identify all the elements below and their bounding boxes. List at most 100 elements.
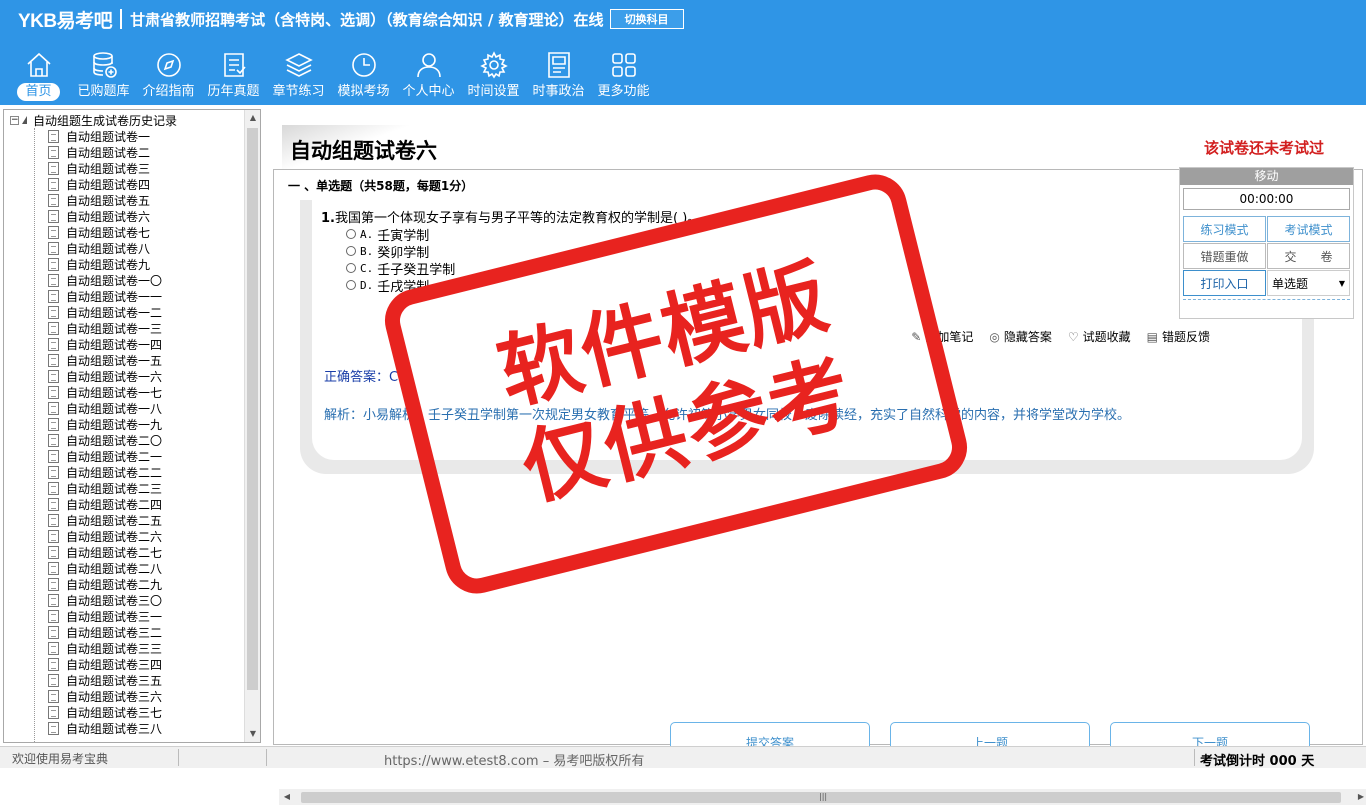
scroll-down-icon[interactable]: ▼: [245, 726, 260, 742]
compass-icon: [152, 48, 186, 82]
tree-item[interactable]: 自动组题试卷二六: [4, 528, 244, 544]
add-note-button[interactable]: ✎ 添加笔记: [911, 328, 973, 345]
nav-current-affairs[interactable]: 时事政治: [526, 48, 591, 104]
tree-item-label: 自动组题试卷一一: [66, 289, 163, 304]
practice-mode-button[interactable]: 练习模式: [1183, 216, 1266, 242]
tree-item[interactable]: 自动组题试卷三六: [4, 688, 244, 704]
option-a[interactable]: A. 壬寅学制: [346, 226, 429, 244]
radio-button[interactable]: [346, 263, 356, 273]
tree-item[interactable]: 自动组题试卷一一: [4, 288, 244, 304]
print-button[interactable]: 打印入口: [1183, 270, 1266, 296]
tool-label: 试题收藏: [1082, 330, 1131, 344]
radio-button[interactable]: [346, 229, 356, 239]
horizontal-scrollbar[interactable]: ◀ ||| ▶: [279, 789, 1366, 805]
option-letter: D.: [360, 278, 374, 292]
tree-item-label: 自动组题试卷二六: [66, 529, 163, 544]
option-d[interactable]: D. 壬戌学制: [346, 277, 429, 295]
tree-item[interactable]: 自动组题试卷一五: [4, 352, 244, 368]
tree-item[interactable]: 自动组题试卷三五: [4, 672, 244, 688]
tree-item[interactable]: 自动组题试卷四: [4, 176, 244, 192]
tree-item[interactable]: 自动组题试卷二〇: [4, 432, 244, 448]
nav-past-exams[interactable]: 历年真题: [201, 48, 266, 104]
tree-item[interactable]: 自动组题试卷八: [4, 240, 244, 256]
tree-item[interactable]: 自动组题试卷三三: [4, 640, 244, 656]
favorite-button[interactable]: ♡ 试题收藏: [1068, 328, 1131, 345]
paper-history-tree: − 自动组题生成试卷历史记录 自动组题试卷一 自动组题试卷二 自动组题试卷三 自动组题…: [3, 109, 261, 743]
tree-item[interactable]: 自动组题试卷一四: [4, 336, 244, 352]
exam-status: 该试卷还未考试过: [1203, 139, 1324, 157]
tree-item[interactable]: 自动组题试卷二五: [4, 512, 244, 528]
tree-item[interactable]: 自动组题试卷二一: [4, 448, 244, 464]
nav-guide[interactable]: 介绍指南: [136, 48, 201, 104]
hide-answer-button[interactable]: ◎ 隐藏答案: [989, 328, 1052, 345]
tree-item[interactable]: 自动组题试卷三〇: [4, 592, 244, 608]
tree-item-label: 自动组题试卷二二: [66, 465, 163, 480]
tree-item-label: 自动组题试卷九: [66, 257, 151, 272]
tree-item[interactable]: 自动组题试卷一九: [4, 416, 244, 432]
collapse-icon[interactable]: −: [10, 115, 19, 125]
document-icon: [48, 657, 59, 671]
tree-item[interactable]: 自动组题试卷一三: [4, 320, 244, 336]
list-icon: [217, 48, 251, 82]
tree-item[interactable]: 自动组题试卷五: [4, 192, 244, 208]
document-icon: [48, 209, 59, 223]
tree-scrollbar[interactable]: ▲ ▼: [244, 110, 260, 742]
document-icon: [48, 625, 59, 639]
tree-item[interactable]: 自动组题试卷一八: [4, 400, 244, 416]
tree-item[interactable]: 自动组题试卷一〇: [4, 272, 244, 288]
scroll-right-icon[interactable]: ▶: [1353, 789, 1366, 805]
nav-chapter-practice[interactable]: 章节练习: [266, 48, 331, 104]
question-type-select[interactable]: 单选题 ▼: [1267, 270, 1350, 296]
option-b[interactable]: B. 癸卯学制: [346, 243, 429, 261]
tree-item[interactable]: 自动组题试卷一二: [4, 304, 244, 320]
feedback-button[interactable]: ▤ 错题反馈: [1147, 328, 1210, 345]
hand-in-button[interactable]: 交 卷: [1267, 243, 1350, 269]
tree-item[interactable]: 自动组题试卷三一: [4, 608, 244, 624]
tree-item[interactable]: 自动组题试卷六: [4, 208, 244, 224]
tree-item[interactable]: 自动组题试卷三四: [4, 656, 244, 672]
document-icon: [48, 449, 59, 463]
tree-root[interactable]: − 自动组题生成试卷历史记录: [10, 112, 177, 128]
tree-item[interactable]: 自动组题试卷一六: [4, 368, 244, 384]
tree-item[interactable]: 自动组题试卷二三: [4, 480, 244, 496]
radio-button[interactable]: [346, 246, 356, 256]
option-c[interactable]: C. 壬子癸丑学制: [346, 260, 455, 278]
tree-item[interactable]: 自动组题试卷九: [4, 256, 244, 272]
document-icon: [48, 593, 59, 607]
exam-control-panel: 移动 00:00:00 练习模式 考试模式 错题重做 交 卷 打印入口 单选题 ▼: [1179, 167, 1354, 319]
tree-item-label: 自动组题试卷三: [66, 161, 151, 176]
nav-home[interactable]: 首页: [6, 48, 71, 104]
tree-item[interactable]: 自动组题试卷二九: [4, 576, 244, 592]
scroll-thumb[interactable]: [247, 128, 258, 690]
panel-bottom-edge: [1183, 299, 1350, 302]
redo-wrong-button[interactable]: 错题重做: [1183, 243, 1266, 269]
tree-item[interactable]: 自动组题试卷三七: [4, 704, 244, 720]
panel-move-handle[interactable]: 移动: [1180, 168, 1353, 185]
nav-personal-center[interactable]: 个人中心: [396, 48, 461, 104]
exam-mode-button[interactable]: 考试模式: [1267, 216, 1350, 242]
tree-item[interactable]: 自动组题试卷二四: [4, 496, 244, 512]
tree-item[interactable]: 自动组题试卷二: [4, 144, 244, 160]
app-title: 甘肃省教师招聘考试（含特岗、选调）（教育综合知识 / 教育理论）在线: [130, 10, 604, 29]
tree-item[interactable]: 自动组题试卷三八: [4, 720, 244, 736]
nav-purchased[interactable]: 已购题库: [71, 48, 136, 104]
tree-item[interactable]: 自动组题试卷二八: [4, 560, 244, 576]
nav-more-functions[interactable]: 更多功能: [591, 48, 656, 104]
document-icon: [48, 177, 59, 191]
tree-item-label: 自动组题试卷七: [66, 225, 151, 240]
radio-button[interactable]: [346, 280, 356, 290]
nav-label: 介绍指南: [142, 84, 195, 99]
tree-item[interactable]: 自动组题试卷三: [4, 160, 244, 176]
scroll-up-icon[interactable]: ▲: [245, 110, 260, 126]
nav-time-settings[interactable]: 时间设置: [461, 48, 526, 104]
tree-item[interactable]: 自动组题试卷七: [4, 224, 244, 240]
tree-item[interactable]: 自动组题试卷三二: [4, 624, 244, 640]
switch-subject-button[interactable]: 切换科目: [609, 9, 684, 29]
tree-item[interactable]: 自动组题试卷二二: [4, 464, 244, 480]
tree-item[interactable]: 自动组题试卷一: [4, 128, 244, 144]
tree-item[interactable]: 自动组题试卷二七: [4, 544, 244, 560]
tree-item[interactable]: 自动组题试卷一七: [4, 384, 244, 400]
nav-mock-exam[interactable]: 模拟考场: [331, 48, 396, 104]
document-icon: [48, 705, 59, 719]
scroll-left-icon[interactable]: ◀: [279, 789, 295, 805]
